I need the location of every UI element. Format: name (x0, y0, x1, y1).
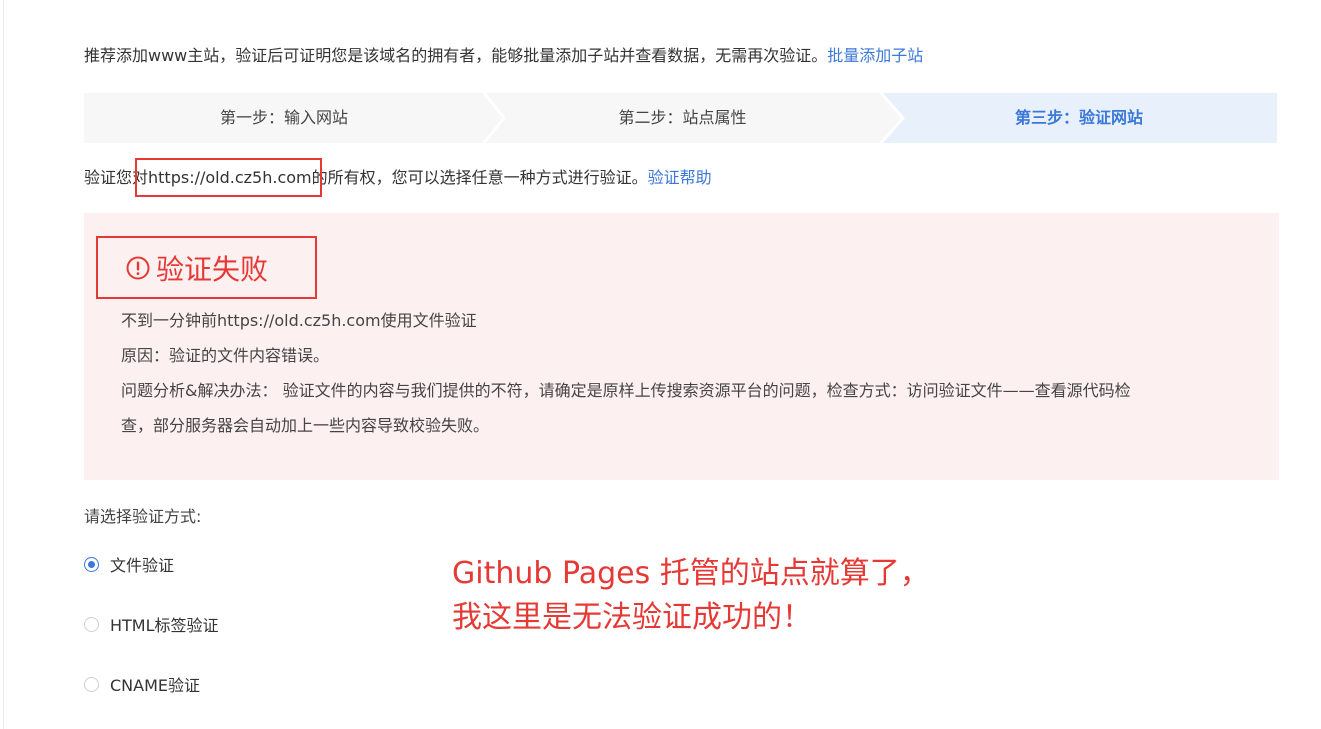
fail-reason-line: 原因：验证的文件内容错误。 (121, 346, 330, 365)
fail-analysis-line: 问题分析&解决办法： 验证文件的内容与我们提供的不符，请确定是原样上传搜索资源平… (121, 381, 1131, 400)
domain-highlight-box (135, 158, 322, 197)
radio-button[interactable] (84, 676, 99, 692)
radio-file-verify[interactable]: 文件验证 (84, 552, 174, 576)
bulk-add-subsites-link[interactable]: 批量添加子站 (827, 46, 923, 65)
annotation-line-1: Github Pages 托管的站点就算了， (452, 556, 930, 591)
radio-cname-verify-label: CNAME验证 (110, 676, 201, 695)
warning-circle-icon (126, 256, 150, 280)
radio-html-tag-verify[interactable]: HTML标签验证 (84, 612, 219, 636)
step-3-label: 第三步：验证网站 (1014, 108, 1143, 127)
fail-time-line: 不到一分钟前https://old.cz5h.com使用文件验证 (121, 311, 477, 330)
step-1-label: 第一步：输入网站 (219, 108, 348, 127)
radio-html-tag-verify-label: HTML标签验证 (110, 616, 219, 635)
radio-button[interactable] (84, 616, 99, 632)
verify-method-label: 请选择验证方式: (84, 507, 202, 526)
verify-help-link[interactable]: 验证帮助 (648, 168, 712, 187)
intro-description: 推荐添加www主站，验证后可证明您是该域名的拥有者，能够批量添加子站并查看数据，… (84, 46, 828, 65)
radio-cname-verify[interactable]: CNAME验证 (84, 672, 200, 696)
fail-analysis-line-2: 查，部分服务器会自动加上一些内容导致校验失败。 (121, 416, 490, 435)
intro-text: 推荐添加www主站，验证后可证明您是该域名的拥有者，能够批量添加子站并查看数据，… (84, 44, 923, 68)
page-left-border (3, 0, 4, 729)
annotation-line-2: 我这里是无法验证成功的！ (452, 600, 812, 635)
verify-suffix: 的所有权，您可以选择任意一种方式进行验证。 (311, 168, 648, 187)
radio-file-verify-label: 文件验证 (110, 556, 175, 575)
step-2-label: 第二步：站点属性 (618, 108, 747, 127)
fail-title: 验证失败 (126, 250, 268, 286)
fail-title-text: 验证失败 (156, 253, 269, 286)
step-progress-bar: 第一步：输入网站 第二步：站点属性 第三步：验证网站 (84, 93, 1277, 143)
radio-button-checked[interactable] (84, 556, 99, 572)
